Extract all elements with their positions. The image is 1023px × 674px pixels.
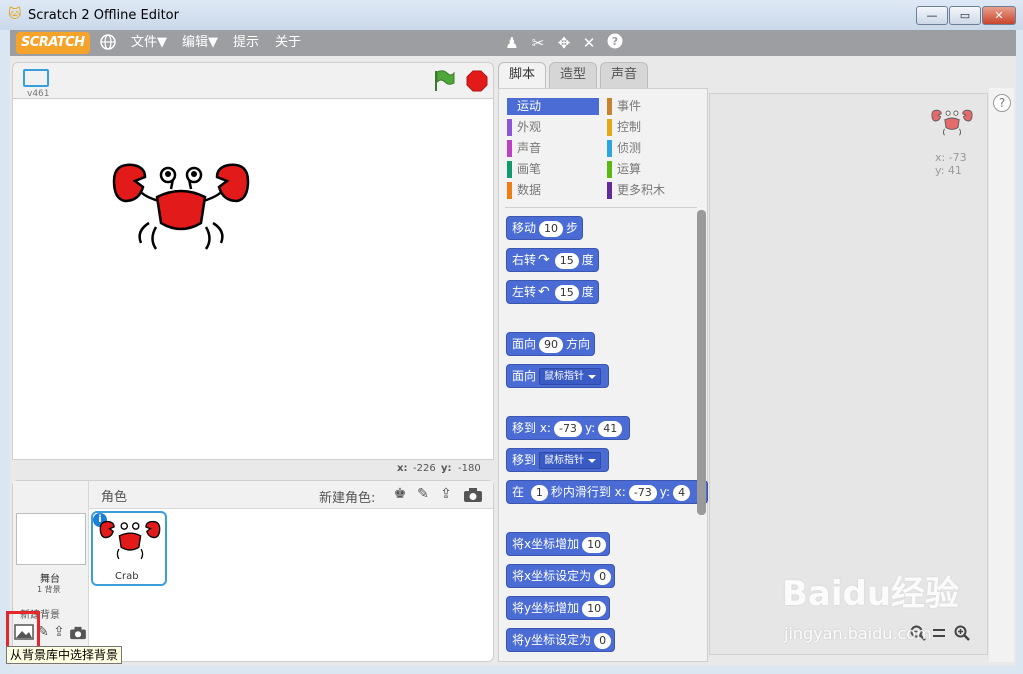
block-move[interactable]: 移动 10 步 bbox=[506, 216, 583, 240]
category-color-swatch bbox=[607, 98, 612, 115]
shrink-icon[interactable]: ✕ bbox=[579, 33, 599, 53]
sprites-title: 角色 bbox=[101, 490, 128, 505]
zoom-in-icon[interactable] bbox=[954, 625, 970, 641]
window-titlebar: 🐱 Scratch 2 Offline Editor — ▭ ✕ bbox=[0, 0, 1023, 30]
sprite-thumbnail-crab[interactable]: i Crab bbox=[91, 511, 167, 586]
menu-bar: SCRATCH 文件▼ 编辑▼ 提示 关于 ♟ ✂ ✥ ✕ ? bbox=[10, 30, 1016, 56]
highlight-box bbox=[6, 611, 40, 651]
block-set-x[interactable]: 将x坐标设定为 0 bbox=[506, 564, 616, 588]
sprite-name-label: Crab bbox=[115, 571, 139, 582]
stamp-icon[interactable]: ♟ bbox=[502, 33, 522, 53]
category-color-swatch bbox=[607, 140, 612, 157]
baidu-watermark: Baidu经验 bbox=[782, 574, 960, 614]
green-flag-icon[interactable] bbox=[433, 69, 455, 93]
stage-thumbnail[interactable] bbox=[16, 513, 86, 565]
category-8[interactable]: 数据 bbox=[507, 182, 599, 199]
zoom-reset-icon[interactable] bbox=[932, 627, 946, 639]
tab-sounds[interactable]: 声音 bbox=[600, 62, 648, 88]
paint-brush-icon[interactable]: ✎ bbox=[414, 485, 432, 503]
new-sprite-label: 新建角色: bbox=[319, 491, 376, 506]
camera-icon[interactable] bbox=[463, 487, 483, 506]
close-button[interactable]: ✕ bbox=[982, 6, 1016, 25]
stage-label: 舞台 bbox=[40, 574, 60, 585]
category-4[interactable]: 声音 bbox=[507, 140, 599, 157]
category-color-swatch bbox=[507, 161, 512, 178]
stage-coords-bar: x: -226 y: -180 bbox=[12, 460, 494, 478]
menu-tips[interactable]: 提示 bbox=[233, 34, 259, 52]
current-sprite-crab-icon bbox=[931, 109, 973, 142]
rotate-cw-icon: ↷ bbox=[538, 252, 550, 268]
block-change-x[interactable]: 将x坐标增加 10 bbox=[506, 532, 611, 556]
block-point-in-direction[interactable]: 面向 90 方向 bbox=[506, 332, 595, 356]
stop-sign-icon[interactable] bbox=[466, 70, 488, 92]
svg-text:?: ? bbox=[612, 35, 618, 48]
mouse-y-value: -180 bbox=[458, 463, 481, 474]
block-turn-right[interactable]: 右转 ↷ 15 度 bbox=[506, 248, 599, 272]
category-color-swatch bbox=[607, 161, 612, 178]
maximize-button[interactable]: ▭ bbox=[949, 6, 981, 25]
help-column: ? bbox=[989, 88, 1014, 662]
stage-backdrop-count: 1 背景 bbox=[37, 585, 61, 594]
block-glide[interactable]: 在 1 秒内滑行到 x: -73 y: 4 bbox=[506, 480, 708, 504]
category-0[interactable]: 运动 bbox=[507, 98, 599, 115]
category-color-swatch bbox=[607, 182, 612, 199]
mouse-x-label: x: bbox=[397, 463, 408, 474]
menu-file[interactable]: 文件▼ bbox=[131, 34, 167, 52]
palette-divider bbox=[505, 207, 697, 208]
menu-about[interactable]: 关于 bbox=[275, 34, 301, 52]
tooltip: 从背景库中选择背景 bbox=[6, 646, 123, 664]
category-5[interactable]: 侦测 bbox=[607, 140, 699, 157]
category-9[interactable]: 更多积木 bbox=[607, 182, 699, 199]
mouse-x-value: -226 bbox=[413, 463, 436, 474]
palette-scrollbar[interactable] bbox=[697, 210, 706, 515]
block-go-to-xy[interactable]: 移到 x: -73 y: 41 bbox=[506, 416, 631, 440]
tab-costumes[interactable]: 造型 bbox=[549, 62, 597, 88]
sprite-panel-header: 角色 新建角色: ♚ ✎ ⇪ bbox=[89, 481, 493, 509]
category-7[interactable]: 运算 bbox=[607, 161, 699, 178]
category-color-swatch bbox=[507, 182, 512, 199]
camera-backdrop-icon[interactable] bbox=[69, 626, 87, 643]
block-point-towards[interactable]: 面向 鼠标指针 bbox=[506, 364, 609, 388]
category-1[interactable]: 事件 bbox=[607, 98, 699, 115]
sprite-library-icon[interactable]: ♚ bbox=[391, 485, 409, 503]
category-2[interactable]: 外观 bbox=[507, 119, 599, 136]
category-color-swatch bbox=[607, 119, 612, 136]
category-color-swatch bbox=[507, 119, 512, 136]
minimize-button[interactable]: — bbox=[916, 6, 948, 25]
menu-edit[interactable]: 编辑▼ bbox=[182, 34, 218, 52]
stage-header: v461 bbox=[12, 62, 494, 99]
upload-icon[interactable]: ⇪ bbox=[437, 485, 455, 503]
fullscreen-icon[interactable] bbox=[23, 69, 49, 87]
cut-icon[interactable]: ✂ bbox=[528, 33, 548, 53]
scratch-logo[interactable]: SCRATCH bbox=[16, 32, 90, 54]
category-3[interactable]: 控制 bbox=[607, 119, 699, 136]
help-tips-icon[interactable]: ? bbox=[993, 94, 1011, 112]
category-color-swatch bbox=[507, 98, 512, 115]
crab-thumbnail-icon bbox=[99, 519, 161, 568]
upload-backdrop-icon[interactable]: ⇪ bbox=[50, 623, 68, 641]
category-6[interactable]: 画笔 bbox=[507, 161, 599, 178]
rotate-ccw-icon: ↶ bbox=[538, 284, 550, 300]
language-globe-icon[interactable] bbox=[98, 33, 118, 53]
crab-sprite[interactable] bbox=[111, 161, 251, 261]
category-color-swatch bbox=[507, 140, 512, 157]
stage-canvas[interactable] bbox=[12, 98, 494, 460]
grow-icon[interactable]: ✥ bbox=[554, 33, 574, 53]
tab-scripts[interactable]: 脚本 bbox=[498, 62, 546, 88]
help-icon[interactable]: ? bbox=[605, 33, 625, 53]
block-turn-left[interactable]: 左转 ↶ 15 度 bbox=[506, 280, 599, 304]
sprite-x-readout: x: -73 bbox=[935, 151, 967, 164]
sprite-y-readout: y: 41 bbox=[935, 164, 962, 177]
baidu-watermark-url: jingyan.baidu.com bbox=[784, 624, 932, 643]
block-set-y[interactable]: 将y坐标设定为 0 bbox=[506, 628, 616, 652]
block-change-y[interactable]: 将y坐标增加 10 bbox=[506, 596, 611, 620]
scratch-cat-icon: 🐱 bbox=[8, 7, 22, 22]
block-go-to[interactable]: 移到 鼠标指针 bbox=[506, 448, 609, 472]
mouse-y-label: y: bbox=[441, 463, 452, 474]
window-title: Scratch 2 Offline Editor bbox=[28, 8, 179, 23]
